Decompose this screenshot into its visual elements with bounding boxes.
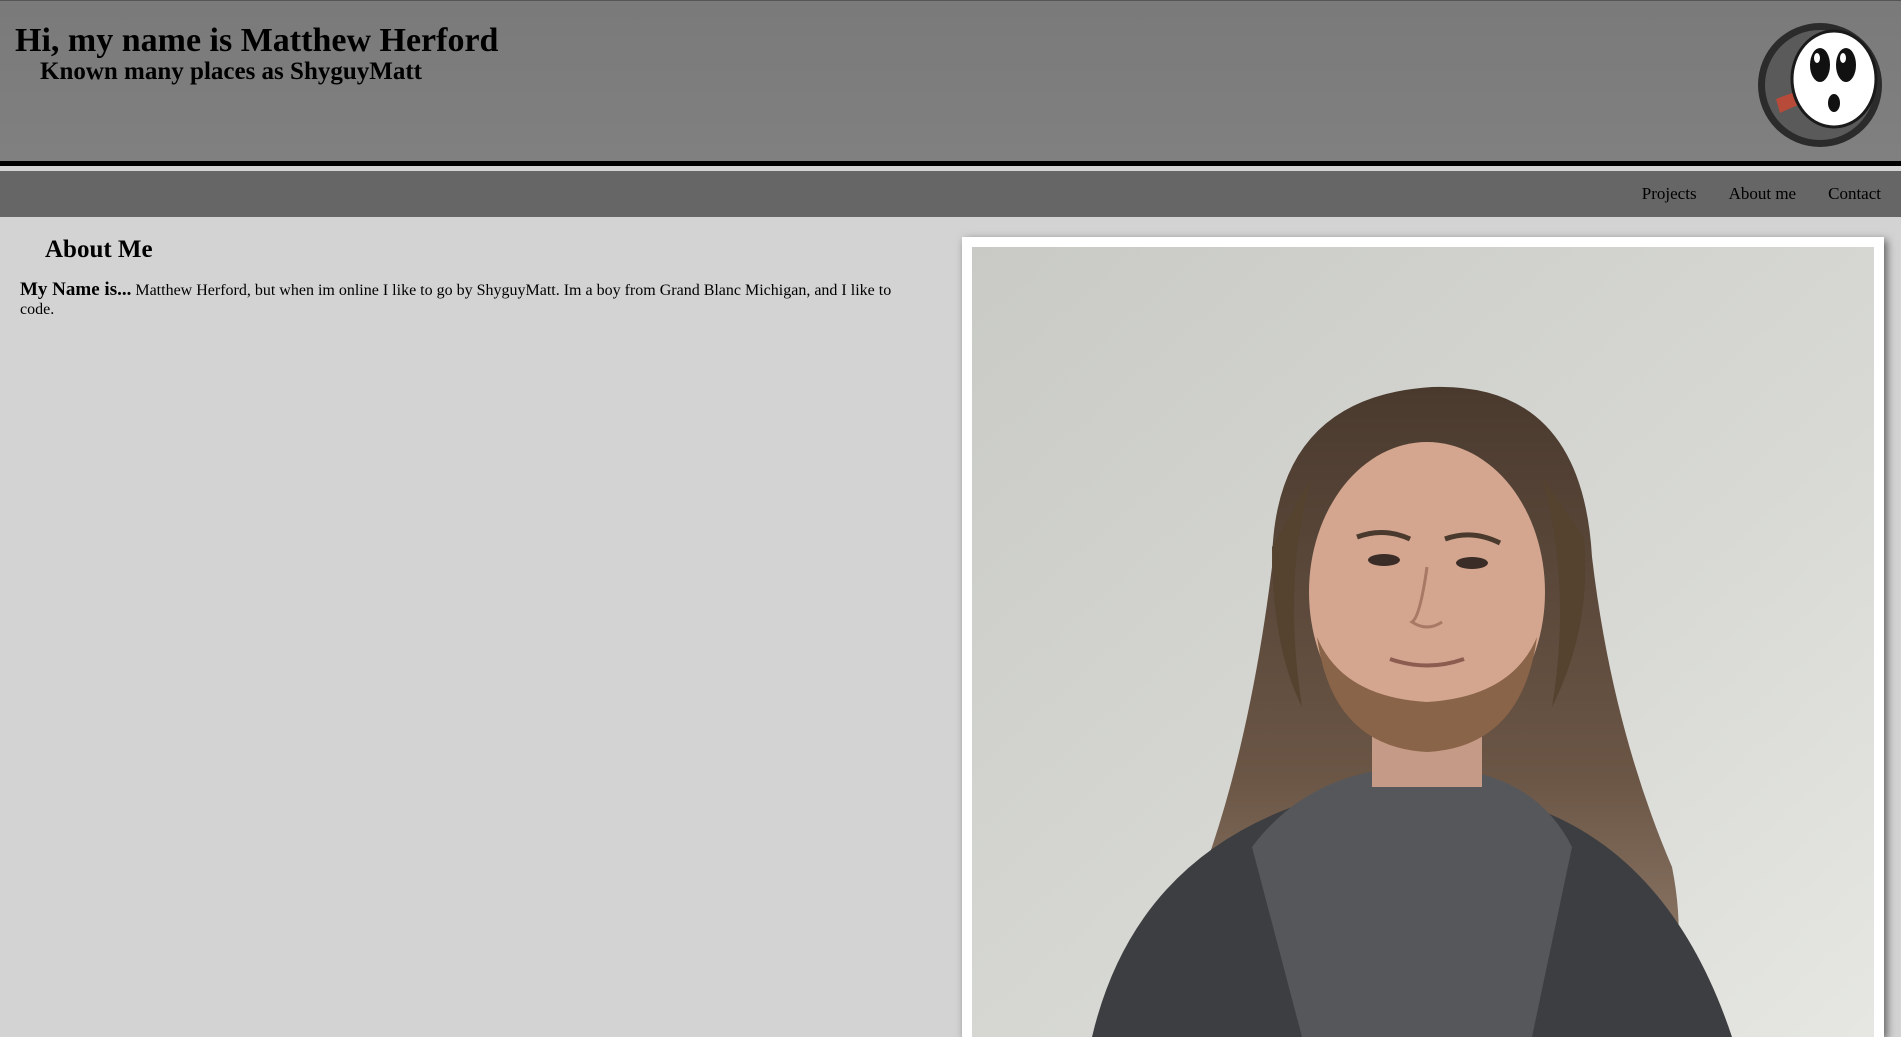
site-header: Hi, my name is Matthew Herford Known man… (0, 0, 1901, 166)
about-heading: About Me (45, 236, 153, 263)
about-section: About Me My Name is... Matthew Herford, … (20, 230, 920, 319)
portrait-photo (972, 247, 1874, 1037)
about-body: Matthew Herford, but when im online I li… (20, 282, 892, 318)
shyguy-mask-logo-icon[interactable] (1756, 21, 1884, 149)
page-subtitle: Known many places as ShyguyMatt (40, 58, 422, 85)
nav-item-projects[interactable]: Projects (1642, 183, 1697, 205)
nav-item-contact[interactable]: Contact (1828, 183, 1881, 205)
about-paragraph: My Name is... Matthew Herford, but when … (20, 280, 920, 319)
about-lead: My Name is... (20, 279, 132, 300)
top-nav: Projects About me Contact (0, 171, 1901, 217)
nav-links: Projects About me Contact (1642, 183, 1901, 205)
photo-frame (962, 237, 1884, 1037)
page-title: Hi, my name is Matthew Herford (15, 22, 499, 59)
nav-item-about-me[interactable]: About me (1729, 183, 1797, 205)
